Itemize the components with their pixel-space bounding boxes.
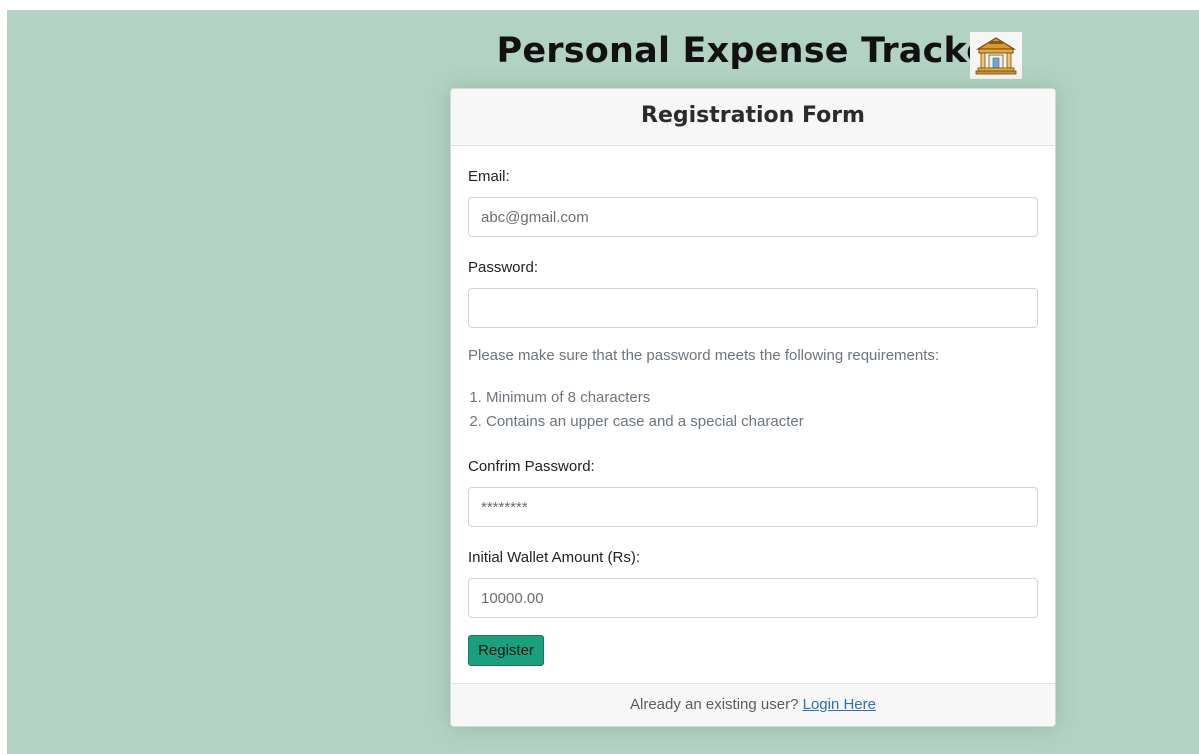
password-field[interactable]: [468, 288, 1038, 328]
confirm-password-label: Confrim Password:: [468, 458, 595, 475]
card-header: Registration Form: [451, 89, 1055, 146]
requirement-item: Minimum of 8 characters: [486, 386, 804, 410]
wallet-amount-field[interactable]: [468, 578, 1038, 618]
password-requirements-list: Minimum of 8 characters Contains an uppe…: [468, 386, 804, 434]
email-field[interactable]: [468, 197, 1038, 237]
wallet-amount-label: Initial Wallet Amount (Rs):: [468, 549, 640, 566]
form-title: Registration Form: [641, 103, 865, 128]
password-help-text: Please make sure that the password meets…: [468, 347, 940, 364]
bank-building-icon: [970, 32, 1022, 79]
requirement-item: Contains an upper case and a special cha…: [486, 410, 804, 434]
email-label: Email:: [468, 168, 510, 185]
card-footer: Already an existing user? Login Here: [451, 683, 1055, 726]
password-label: Password:: [468, 259, 539, 276]
footer-text: Already an existing user?: [630, 696, 799, 713]
registration-card: Registration Form Email: Password: Pleas…: [450, 88, 1056, 727]
login-link[interactable]: Login Here: [803, 696, 876, 713]
confirm-password-field[interactable]: [468, 487, 1038, 527]
register-button[interactable]: Register: [468, 635, 544, 666]
